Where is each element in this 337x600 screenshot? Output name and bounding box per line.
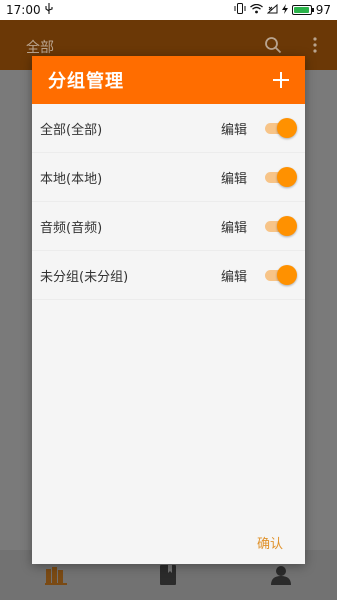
group-row-actions: 编辑	[221, 265, 297, 285]
app-bar-actions	[263, 35, 325, 55]
toggle-thumb	[277, 265, 297, 285]
wifi-icon	[249, 3, 263, 17]
battery-fill	[293, 7, 310, 13]
toggle-thumb	[277, 167, 297, 187]
group-row-actions: 编辑	[221, 118, 297, 138]
vibrate-icon	[234, 3, 246, 17]
group-row-actions: 编辑	[221, 216, 297, 236]
status-left: 17:00	[6, 3, 53, 17]
status-right: 97	[234, 3, 331, 17]
group-toggle[interactable]	[265, 216, 297, 236]
edit-button[interactable]: 编辑	[221, 119, 247, 138]
dialog-title: 分组管理	[48, 71, 124, 92]
add-group-button[interactable]	[269, 68, 293, 92]
group-row: 音频(音频) 编辑	[32, 202, 305, 251]
group-row: 全部(全部) 编辑	[32, 104, 305, 153]
app-bar-title[interactable]: 全部	[26, 37, 54, 57]
group-row-actions: 编辑	[221, 167, 297, 187]
group-name: 全部(全部)	[40, 122, 103, 138]
edit-button[interactable]: 编辑	[221, 217, 247, 236]
group-row: 未分组(未分组) 编辑	[32, 251, 305, 300]
group-name: 未分组(未分组)	[40, 269, 129, 285]
group-name: 音频(音频)	[40, 220, 103, 236]
signal-x-icon	[266, 3, 278, 17]
usb-icon	[45, 3, 53, 17]
search-icon[interactable]	[263, 35, 283, 55]
group-name: 本地(本地)	[40, 171, 103, 187]
group-list: 全部(全部) 编辑 本地(本地) 编辑 音频(音频) 编辑 未分组(未分组) 编…	[32, 104, 305, 300]
battery-icon	[291, 5, 314, 15]
group-row: 本地(本地) 编辑	[32, 153, 305, 202]
edit-button[interactable]: 编辑	[221, 266, 247, 285]
dialog-header: 分组管理	[32, 56, 305, 104]
plus-icon	[273, 72, 289, 88]
confirm-button[interactable]: 确认	[257, 533, 283, 552]
edit-button[interactable]: 编辑	[221, 168, 247, 187]
group-manage-dialog: 分组管理 全部(全部) 编辑 本地(本地) 编辑 音频(音频) 编辑 未分组(未…	[32, 56, 305, 564]
toggle-thumb	[277, 216, 297, 236]
charging-icon	[281, 3, 288, 17]
group-toggle[interactable]	[265, 118, 297, 138]
group-toggle[interactable]	[265, 167, 297, 187]
battery-level: 97	[315, 3, 331, 17]
status-time: 17:00	[6, 3, 41, 17]
more-vert-icon[interactable]	[305, 35, 325, 55]
toggle-thumb	[277, 118, 297, 138]
group-toggle[interactable]	[265, 265, 297, 285]
status-bar: 17:00 97	[0, 0, 337, 20]
